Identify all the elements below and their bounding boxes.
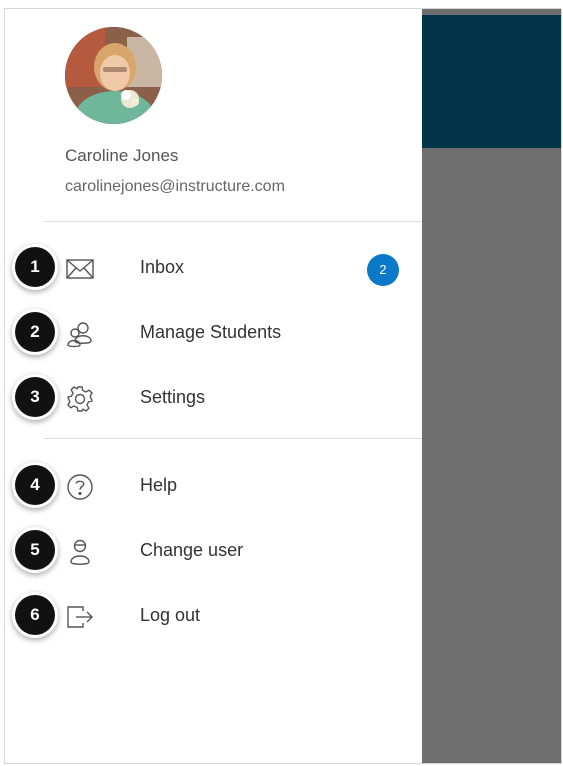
unread-count-badge: 2 — [367, 254, 399, 286]
users-icon — [65, 319, 95, 349]
user-email: carolinejones@instructure.com — [65, 178, 285, 195]
menu-label-change-user: Change user — [140, 540, 244, 560]
gear-icon — [65, 384, 95, 414]
menu-label-log-out: Log out — [140, 605, 201, 625]
menu-item-log-out[interactable]: Log out — [5, 588, 422, 644]
step-callout-2: 2 — [15, 312, 55, 352]
menu-item-inbox[interactable]: Inbox 2 — [5, 240, 422, 296]
menu-label-settings: Settings — [140, 387, 206, 407]
change-user-icon — [65, 537, 95, 567]
menu-item-manage-students[interactable]: Manage Students — [5, 305, 422, 361]
navigation-drawer: Caroline Jones carolinejones@instructure… — [5, 9, 422, 763]
avatar-photo — [65, 27, 162, 124]
divider — [43, 438, 422, 439]
logout-icon — [65, 602, 95, 632]
menu-label-inbox: Inbox — [140, 257, 185, 277]
step-callout-6: 6 — [15, 595, 55, 635]
step-callout-4: 4 — [15, 465, 55, 505]
dimmed-content-overlay[interactable] — [422, 9, 561, 763]
content-header-bar — [422, 15, 561, 148]
help-icon — [65, 472, 95, 502]
step-callout-3: 3 — [15, 377, 55, 417]
app-frame: Caroline Jones carolinejones@instructure… — [4, 8, 562, 764]
menu-item-settings[interactable]: Settings — [5, 370, 422, 426]
user-name: Caroline Jones — [65, 146, 179, 165]
divider — [43, 221, 422, 222]
step-callout-5: 5 — [15, 530, 55, 570]
menu-label-manage-students: Manage Students — [140, 322, 282, 342]
step-callout-1: 1 — [15, 247, 55, 287]
avatar[interactable] — [65, 27, 162, 124]
menu-item-change-user[interactable]: Change user — [5, 523, 422, 579]
mail-icon — [65, 254, 95, 284]
menu-label-help: Help — [140, 475, 178, 495]
menu-item-help[interactable]: Help — [5, 458, 422, 514]
